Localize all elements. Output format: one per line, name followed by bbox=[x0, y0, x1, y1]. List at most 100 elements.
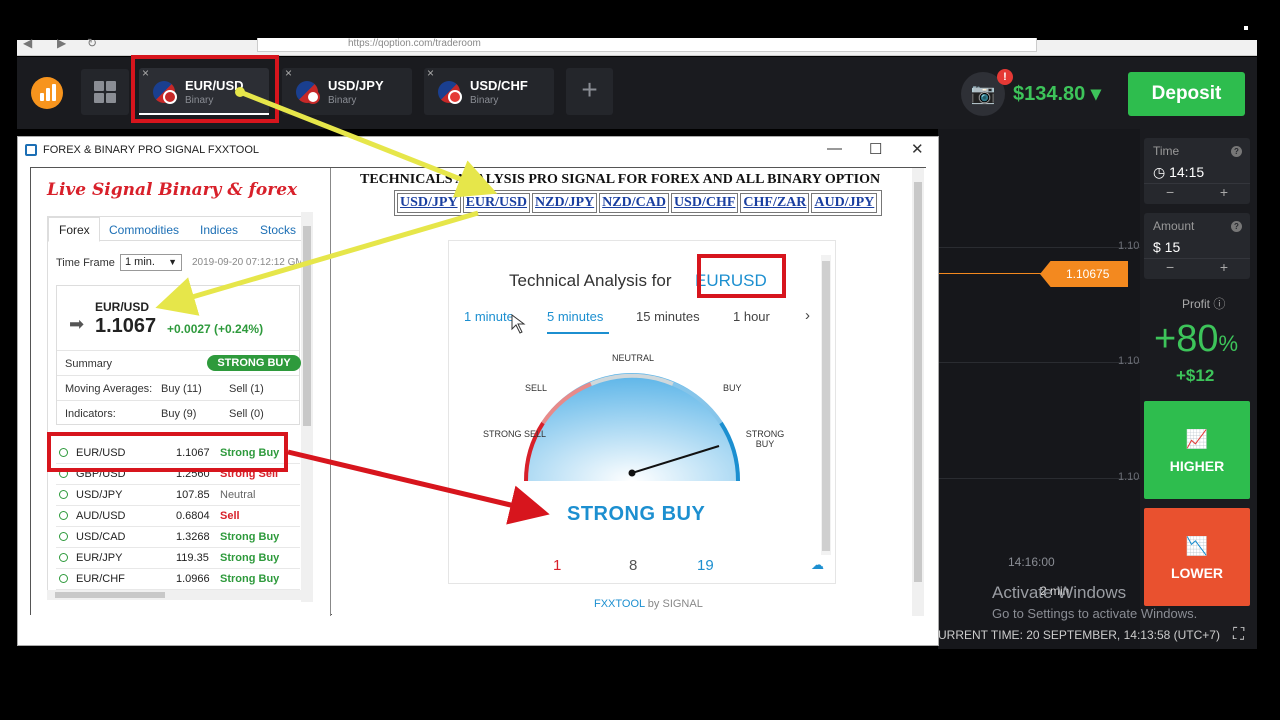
row-value: 119.35 bbox=[176, 552, 209, 564]
current-price-tag: 1.10675 bbox=[1040, 261, 1128, 287]
technical-analysis-widget: TECHNICALS ANALYSIS PRO SIGNAL FOR FOREX… bbox=[332, 168, 926, 616]
chart-up-icon: 📈 bbox=[1185, 429, 1209, 449]
quote-summary: ➡ EUR/USD 1.1067 +0.0027 (+0.24%) Summar… bbox=[56, 285, 301, 425]
amount-plus-button[interactable]: + bbox=[1220, 259, 1228, 275]
row-value: 1.0966 bbox=[176, 573, 210, 585]
time-field[interactable]: Time ? ◷ 14:15 − + bbox=[1144, 138, 1250, 204]
row-pair: EUR/CHF bbox=[76, 573, 125, 585]
price-chart[interactable]: 1.1068 1.1066 1.1064 bbox=[938, 129, 1152, 649]
time-plus-button[interactable]: + bbox=[1220, 184, 1228, 200]
pair-link[interactable]: CHF/ZAR bbox=[740, 193, 810, 213]
pair-link[interactable]: USD/JPY bbox=[397, 193, 461, 213]
gauge-label-buy: BUY bbox=[723, 383, 742, 393]
tab-indices[interactable]: Indices bbox=[200, 223, 238, 237]
chart-time-label: 14:16:00 bbox=[1008, 555, 1055, 569]
row-pair: AUD/USD bbox=[76, 510, 126, 522]
table-row[interactable]: USD/CAD 1.3268 Strong Buy bbox=[56, 527, 300, 548]
vertical-scrollbar[interactable] bbox=[301, 212, 313, 602]
timestamp: 2019-09-20 07:12:12 GMT bbox=[192, 257, 310, 268]
table-row[interactable]: AUD/USD 0.6804 Sell bbox=[56, 506, 300, 527]
url-bar[interactable]: https://qoption.com/traderoom bbox=[257, 38, 1037, 52]
time-value: ◷ 14:15 bbox=[1153, 164, 1205, 180]
fullscreen-icon[interactable]: ⛶ bbox=[1233, 626, 1244, 644]
app-icon bbox=[25, 144, 37, 156]
profit-percent: +80% bbox=[1154, 318, 1239, 360]
right-scrollbar[interactable] bbox=[912, 168, 924, 616]
table-row[interactable]: USD/JPY 107.85 Neutral bbox=[56, 485, 300, 506]
tab-usdjpy[interactable]: × USD/JPY Binary bbox=[282, 66, 412, 115]
highlight-box-symbol bbox=[697, 254, 786, 298]
tab-5-minutes[interactable]: 5 minutes bbox=[547, 309, 603, 324]
gauge-label-sell: SELL bbox=[525, 383, 548, 393]
amount-field[interactable]: Amount ? $ 15 − + bbox=[1144, 213, 1250, 279]
reload-icon[interactable]: ↻ bbox=[87, 36, 97, 50]
balance-dropdown[interactable]: $134.80 ▾ bbox=[1013, 81, 1101, 106]
row-value: 0.6804 bbox=[176, 510, 210, 522]
broker-logo-icon[interactable] bbox=[31, 77, 63, 109]
close-tab-icon[interactable]: × bbox=[285, 66, 292, 80]
maximize-button[interactable]: ☐ bbox=[869, 140, 882, 158]
amount-value: $ 15 bbox=[1153, 239, 1181, 255]
pair-link[interactable]: USD/CHF bbox=[670, 193, 739, 213]
live-signal-widget: Live Signal Binary & forex Forex Commodi… bbox=[31, 168, 331, 616]
chevron-right-icon[interactable]: › bbox=[805, 307, 810, 324]
widget-title: Live Signal Binary & forex bbox=[47, 180, 298, 200]
profit-amount: +$12 bbox=[1176, 366, 1215, 385]
widget-credit[interactable]: FXXTOOL by SIGNAL bbox=[594, 598, 703, 610]
grid-menu-icon[interactable] bbox=[81, 69, 129, 115]
tab-1-minute[interactable]: 1 minute bbox=[464, 309, 514, 324]
clock-icon bbox=[59, 511, 68, 520]
row-signal: Strong Buy bbox=[220, 552, 280, 564]
tab-15-minutes[interactable]: 15 minutes bbox=[636, 309, 700, 324]
deposit-button[interactable]: Deposit bbox=[1128, 72, 1245, 116]
time-minus-button[interactable]: − bbox=[1166, 184, 1174, 200]
tab-pair: USD/JPY bbox=[328, 78, 384, 93]
signal-gauge bbox=[523, 373, 741, 482]
tab-usdchf[interactable]: × USD/CHF Binary bbox=[424, 66, 554, 115]
table-row[interactable]: EUR/CHF 1.0966 Strong Buy bbox=[56, 569, 300, 590]
close-button[interactable]: ✕ bbox=[911, 140, 924, 158]
tab-stocks[interactable]: Stocks bbox=[260, 223, 296, 237]
close-tab-icon[interactable]: × bbox=[427, 66, 434, 80]
activate-windows-watermark: Activate Windows bbox=[992, 583, 1127, 602]
forward-icon[interactable]: ▶ bbox=[57, 36, 66, 50]
tab-1-hour[interactable]: 1 hour bbox=[733, 309, 770, 324]
pair-link[interactable]: NZD/CAD bbox=[599, 193, 669, 213]
minimize-button[interactable]: — bbox=[827, 140, 842, 157]
lower-button[interactable]: 📉 LOWER bbox=[1144, 508, 1250, 606]
row-signal: Neutral bbox=[220, 489, 256, 501]
clock-icon bbox=[59, 532, 68, 541]
screen: ◀ ▶ ↻ https://qoption.com/traderoom × EU… bbox=[0, 0, 1280, 720]
pair-link[interactable]: AUD/JPY bbox=[811, 193, 878, 213]
help-icon[interactable]: ? bbox=[1231, 146, 1242, 157]
arrow-right-icon: ➡ bbox=[69, 314, 85, 334]
window-titlebar[interactable]: FOREX & BINARY PRO SIGNAL FXXTOOL — ☐ ✕ bbox=[18, 137, 938, 163]
summary-row: Summary STRONG BUY bbox=[57, 350, 301, 375]
card-scrollbar[interactable] bbox=[821, 255, 831, 555]
highlight-box-row bbox=[47, 432, 288, 472]
analysis-heading: TECHNICALS ANALYSIS PRO SIGNAL FOR FOREX… bbox=[360, 172, 881, 187]
row-signal: Strong Buy bbox=[220, 573, 280, 585]
pair-links: USD/JPY EUR/USD NZD/JPY NZD/CAD USD/CHF CHF/Z… bbox=[394, 190, 883, 216]
amount-label: Amount bbox=[1153, 219, 1195, 233]
horizontal-scrollbar[interactable] bbox=[47, 590, 303, 600]
tab-forex[interactable]: Forex bbox=[59, 223, 90, 237]
help-icon[interactable]: ? bbox=[1231, 221, 1242, 232]
table-row[interactable]: EUR/JPY 119.35 Strong Buy bbox=[56, 548, 300, 569]
sell-count: 1 bbox=[553, 557, 562, 574]
signal-panel: Forex Commodities Indices Stocks Time Fr… bbox=[47, 216, 310, 596]
row-value: 1.3268 bbox=[176, 531, 210, 543]
activate-windows-subtext: Go to Settings to activate Windows. bbox=[992, 606, 1198, 621]
pair-link[interactable]: EUR/USD bbox=[462, 193, 531, 213]
amount-minus-button[interactable]: − bbox=[1166, 259, 1174, 275]
add-asset-button[interactable]: + bbox=[566, 68, 613, 115]
buy-count: 19 bbox=[697, 557, 714, 574]
chart-down-icon: 📉 bbox=[1185, 536, 1209, 556]
timeframe-select[interactable]: 1 min. ▼ bbox=[120, 254, 182, 271]
pair-link[interactable]: NZD/JPY bbox=[532, 193, 598, 213]
back-icon[interactable]: ◀ bbox=[23, 36, 32, 50]
quote-price: 1.1067 bbox=[95, 315, 157, 337]
tab-commodities[interactable]: Commodities bbox=[109, 223, 179, 237]
clock-icon bbox=[59, 574, 68, 583]
higher-button[interactable]: 📈 HIGHER bbox=[1144, 401, 1250, 499]
